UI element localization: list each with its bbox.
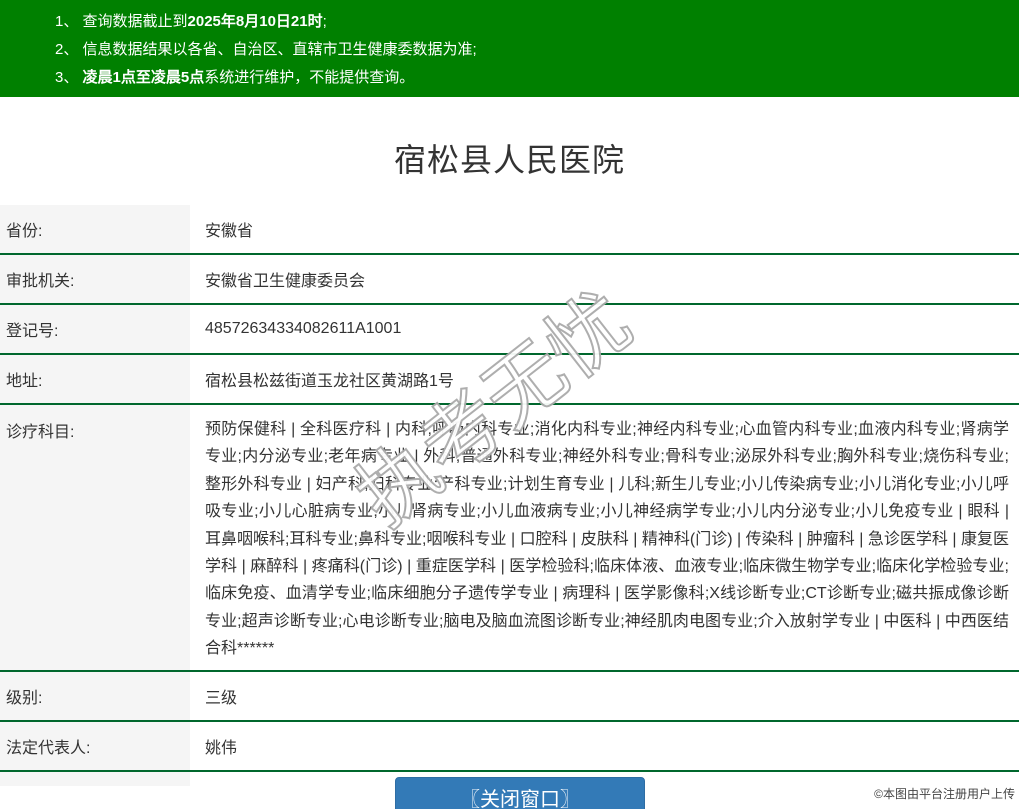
- notice-text: 3、: [55, 69, 83, 86]
- table-row-legal-representative: 法定代表人: 姚伟: [0, 722, 1019, 772]
- row-value: 宿松县松兹街道玉龙社区黄湖路1号: [190, 355, 1019, 403]
- notice-bold-text: 凌晨1点至凌晨5点: [83, 69, 205, 86]
- row-label: 法定代表人:: [0, 722, 190, 770]
- row-label: 登记号:: [0, 305, 190, 353]
- notice-line-2: 2、 信息数据结果以各省、自治区、直辖市卫生健康委数据为准;: [55, 36, 1009, 64]
- notice-text: 1、 查询数据截止到: [55, 13, 188, 30]
- row-label: 诊疗科目:: [0, 405, 190, 670]
- row-value: 安徽省: [190, 205, 1019, 253]
- row-label: 省份:: [0, 205, 190, 253]
- page: 1、 查询数据截止到2025年8月10日21时; 2、 信息数据结果以各省、自治…: [0, 0, 1019, 809]
- row-value: 安徽省卫生健康委员会: [190, 255, 1019, 303]
- table-row-registration-number: 登记号: 48572634334082611A1001: [0, 305, 1019, 355]
- copyright-note: ©本图由平台注册用户上传: [874, 785, 1015, 802]
- notice-line-3: 3、 凌晨1点至凌晨5点系统进行维护，不能提供查询。: [55, 64, 1009, 92]
- notice-text: ;: [323, 13, 327, 30]
- row-value: 48572634334082611A1001: [190, 305, 1019, 353]
- table-row-level: 级别: 三级: [0, 672, 1019, 722]
- notice-line-1: 1、 查询数据截止到2025年8月10日21时;: [55, 8, 1009, 36]
- hospital-info-table: 省份: 安徽省 审批机关: 安徽省卫生健康委员会 登记号: 4857263433…: [0, 205, 1019, 786]
- notice-bold-text: 2025年8月10日21时: [188, 13, 323, 30]
- close-window-button[interactable]: 〖关闭窗口〗: [395, 777, 645, 809]
- notice-text: 2、 信息数据结果以各省、自治区、直辖市卫生健康委数据为准;: [55, 41, 477, 58]
- row-value: 预防保健科 | 全科医疗科 | 内科;呼吸内科专业;消化内科专业;神经内科专业;…: [190, 405, 1019, 670]
- table-row-address: 地址: 宿松县松兹街道玉龙社区黄湖路1号: [0, 355, 1019, 405]
- table-row-medical-subjects: 诊疗科目: 预防保健科 | 全科医疗科 | 内科;呼吸内科专业;消化内科专业;神…: [0, 405, 1019, 672]
- table-row-approval-authority: 审批机关: 安徽省卫生健康委员会: [0, 255, 1019, 305]
- notice-text: 系统进行维护，不能提供查询。: [204, 69, 414, 86]
- row-value: 三级: [190, 672, 1019, 720]
- row-label: 审批机关:: [0, 255, 190, 303]
- notice-bar: 1、 查询数据截止到2025年8月10日21时; 2、 信息数据结果以各省、自治…: [0, 0, 1019, 97]
- row-label: 地址:: [0, 355, 190, 403]
- row-value: 姚伟: [190, 722, 1019, 770]
- hospital-title: 宿松县人民医院: [0, 97, 1019, 205]
- row-label: 级别:: [0, 672, 190, 720]
- row-label: [0, 772, 190, 786]
- table-row-province: 省份: 安徽省: [0, 205, 1019, 255]
